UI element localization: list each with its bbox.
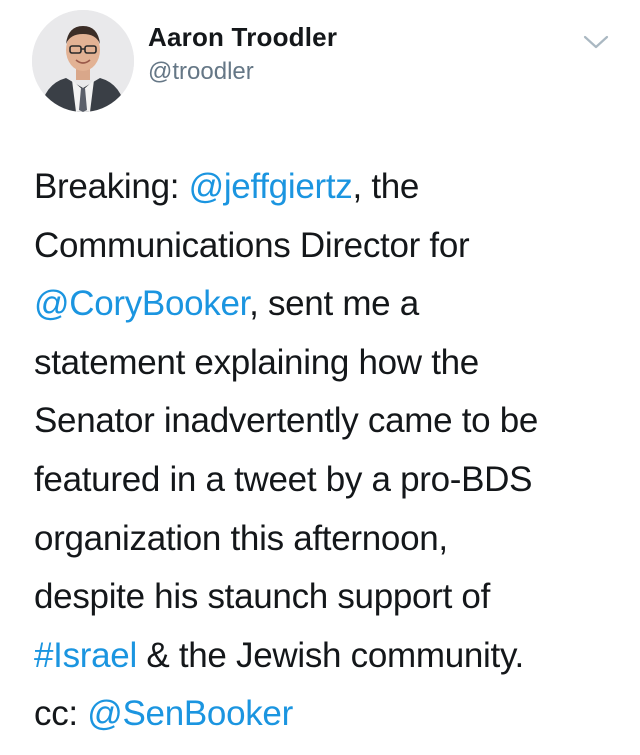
tweet-text-segment: cc: (34, 694, 88, 734)
profile-photo (32, 10, 134, 112)
chevron-down-icon[interactable] (581, 27, 611, 57)
tweet-header: Aaron Troodler @troodler (0, 0, 640, 130)
tweet-text-segment: , the (352, 167, 420, 206)
tweet-text-segment: featured in a tweet by a pro-BDS (34, 459, 533, 499)
author-name[interactable]: Aaron Troodler (148, 22, 337, 53)
tweet-text-segment: despite his staunch support of (34, 577, 491, 617)
tweet-line: Breaking: @jeffgiertz, the (34, 158, 629, 217)
tweet-text-segment: Senator inadvertently came to be (34, 401, 539, 441)
tweet-line: cc: @SenBooker (34, 685, 629, 744)
tweet-text-segment: organization this afternoon, (34, 518, 448, 558)
tweet-line: featured in a tweet by a pro-BDS (34, 451, 629, 510)
author-handle[interactable]: @troodler (148, 58, 254, 86)
tweet-text-segment: Breaking: (34, 167, 189, 206)
tweet-line: organization this afternoon, (34, 510, 629, 569)
tweet-line: Communications Director for (34, 217, 629, 276)
tweet-line: @CoryBooker, sent me a (34, 275, 629, 334)
tweet-line: despite his staunch support of (34, 568, 629, 627)
mention-link[interactable]: @SenBooker (87, 694, 293, 733)
tweet-text-segment: Communications Director for (34, 225, 470, 265)
tweet-line: #Israel & the Jewish community. (34, 627, 629, 686)
tweet-line: statement explaining how the (34, 334, 629, 393)
tweet-text-segment: statement explaining how the (34, 342, 479, 382)
tweet-line: Senator inadvertently came to be (34, 392, 629, 451)
avatar[interactable] (32, 10, 134, 112)
hashtag-link[interactable]: #Israel (34, 636, 137, 675)
mention-link[interactable]: @jeffgiertz (189, 167, 353, 206)
tweet-text-segment: , sent me a (249, 284, 419, 324)
mention-link[interactable]: @CoryBooker (34, 284, 249, 323)
tweet-text: Breaking: @jeffgiertz, the Communications… (34, 158, 629, 744)
tweet-text-segment: & the Jewish community. (136, 635, 524, 675)
